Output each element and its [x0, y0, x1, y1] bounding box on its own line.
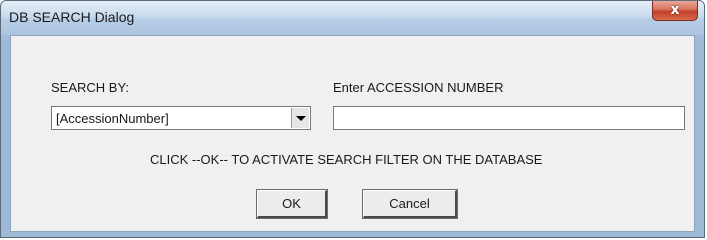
close-button[interactable]: x: [652, 1, 698, 21]
instruction-text: CLICK --OK-- TO ACTIVATE SEARCH FILTER O…: [150, 152, 543, 167]
accession-number-input[interactable]: [333, 106, 685, 130]
close-icon: x: [670, 2, 680, 18]
search-dialog-window: DB SEARCH Dialog x SEARCH BY: Enter ACCE…: [0, 0, 705, 238]
dialog-client-area: SEARCH BY: Enter ACCESSION NUMBER [Acces…: [10, 35, 695, 232]
cancel-button[interactable]: Cancel: [363, 190, 457, 218]
chevron-down-icon: [296, 116, 306, 121]
enter-accession-label: Enter ACCESSION NUMBER: [333, 80, 504, 95]
search-by-selected-value: [AccessionNumber]: [56, 111, 169, 126]
search-by-label: SEARCH BY:: [51, 80, 130, 95]
window-title: DB SEARCH Dialog: [9, 9, 135, 25]
dropdown-button[interactable]: [291, 108, 309, 128]
search-by-select[interactable]: [AccessionNumber]: [51, 106, 311, 130]
ok-button[interactable]: OK: [257, 190, 327, 218]
title-bar[interactable]: DB SEARCH Dialog x: [1, 1, 704, 35]
